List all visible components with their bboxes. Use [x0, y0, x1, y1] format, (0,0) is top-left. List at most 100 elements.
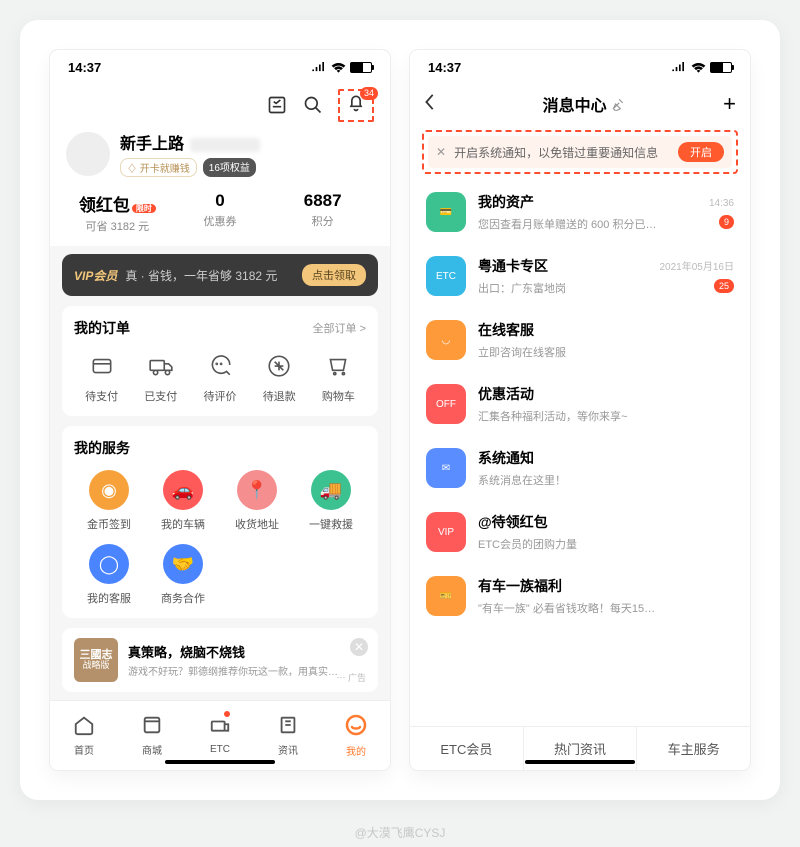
row-desc: 系统消息在这里！ [478, 472, 566, 488]
service-label: 商务合作 [148, 590, 218, 606]
stat-points[interactable]: 6887积分 [271, 191, 374, 234]
tab-label: 商城 [142, 742, 162, 757]
message-row[interactable]: VIP @待领红包 ETC会员的团购力量 [410, 500, 750, 564]
avatar[interactable] [66, 132, 110, 176]
row-name: 在线客服 [478, 320, 534, 340]
row-count: 25 [714, 279, 734, 293]
message-row[interactable]: ◡ 在线客服 立即咨询在线客服 [410, 308, 750, 372]
vip-text: 真 · 省钱，一年省够 3182 元 [125, 267, 302, 284]
ad-thumb: 三國志战略版 [74, 638, 118, 682]
service-label: 我的客服 [74, 590, 144, 606]
service-item[interactable]: 📍收货地址 [222, 470, 292, 532]
order-item[interactable]: 待评价 [192, 350, 247, 404]
row-desc: 您因查看月账单赠送的 600 积分已… [478, 216, 656, 232]
orders-more[interactable]: 全部订单 > [313, 320, 366, 336]
username: 新手上路 [120, 136, 184, 153]
tab-label: ETC [210, 744, 230, 755]
tab-icon [344, 713, 368, 740]
order-label: 已支付 [133, 388, 188, 404]
tab-4[interactable]: 我的 [322, 701, 390, 770]
orders-title: 我的订单 [74, 318, 130, 338]
home-indicator [165, 760, 275, 764]
order-label: 待支付 [74, 388, 129, 404]
ad-title: 真策略，烧脑不烧钱 [128, 642, 366, 661]
service-label: 我的车辆 [148, 516, 218, 532]
row-count: 9 [719, 215, 734, 229]
orders-card: 我的订单 全部订单 > 待支付已支付待评价待退款购物车 [62, 306, 378, 416]
header-icons: 34 [50, 84, 390, 126]
broom-icon[interactable] [611, 97, 625, 111]
back-icon[interactable] [424, 93, 444, 116]
tab-icon [73, 714, 95, 739]
service-item[interactable]: 🚗 我的车辆 [148, 470, 218, 532]
row-icon: OFF [426, 384, 466, 424]
order-icon [204, 350, 236, 382]
stat-redpacket[interactable]: 领红包限时 可省 3182 元 [66, 191, 169, 234]
row-name: 有车一族福利 [478, 576, 562, 596]
ad-sub: 游戏不好玩？郭德纲推荐你玩这一款，用真实… [128, 663, 366, 678]
battery-icon [350, 62, 372, 73]
ad-card[interactable]: 三國志战略版 真策略，烧脑不烧钱 游戏不好玩？郭德纲推荐你玩这一款，用真实… ✕… [62, 628, 378, 692]
service-item[interactable]: 🚚一键救援 [296, 470, 366, 532]
vip-button[interactable]: 点击领取 [302, 264, 366, 286]
row-icon: VIP [426, 512, 466, 552]
row-name: @待领红包 [478, 512, 548, 532]
tab-label: 资讯 [278, 742, 298, 757]
row-icon: ◡ [426, 320, 466, 360]
banner-close-icon[interactable]: ✕ [436, 145, 446, 159]
message-row[interactable]: ETC 粤通卡专区2021年05月16日 出口：广东富地岗25 [410, 244, 750, 308]
tab-icon [141, 714, 163, 739]
row-desc: "有车一族" 必看省钱攻略！每天15… [478, 600, 655, 616]
home-indicator [525, 760, 635, 764]
tab-0[interactable]: 首页 [50, 701, 118, 770]
add-icon[interactable]: + [723, 91, 736, 117]
profile-tag-card[interactable]: ♢ 开卡就赚钱 [120, 158, 197, 177]
signal-icon [671, 62, 687, 72]
order-label: 购物车 [311, 388, 366, 404]
order-icon [263, 350, 295, 382]
services-card: 我的服务 ◉金币签到🚗我的车辆📍收货地址🚚一键救援◯我的客服🤝商务合作 [62, 426, 378, 618]
message-row[interactable]: 💳 我的资产14:36 您因查看月账单赠送的 600 积分已…9 [410, 180, 750, 244]
order-icon [145, 350, 177, 382]
row-name: 系统通知 [478, 448, 534, 468]
row-icon: ✉ [426, 448, 466, 488]
profile-tag-rights[interactable]: 16项权益 [203, 158, 256, 177]
username-blur [190, 138, 260, 152]
row-desc: ETC会员的团购力量 [478, 536, 577, 552]
message-row[interactable]: 🎫 有车一族福利 "有车一族" 必看省钱攻略！每天15… [410, 564, 750, 628]
order-item[interactable]: 已支付 [133, 350, 188, 404]
row-desc: 汇集各种福利活动，等你来享~ [478, 408, 627, 424]
service-item[interactable]: ◉金币签到 [74, 470, 144, 532]
vip-banner[interactable]: VIP会员 真 · 省钱，一年省够 3182 元 点击领取 [62, 254, 378, 296]
order-item[interactable]: 购物车 [311, 350, 366, 404]
row-icon: 🎫 [426, 576, 466, 616]
row-desc: 出口：广东富地岗 [478, 280, 566, 296]
bell-highlight[interactable]: 34 [338, 89, 374, 122]
status-time: 14:37 [428, 60, 461, 75]
bell-badge: 34 [360, 87, 378, 100]
order-item[interactable]: 待退款 [252, 350, 307, 404]
row-desc: 立即咨询在线客服 [478, 344, 566, 360]
stats-row: 领红包限时 可省 3182 元 0优惠券 6887积分 [66, 191, 374, 234]
ad-close-icon[interactable]: ✕ [350, 638, 368, 656]
search-icon[interactable] [302, 94, 324, 116]
wifi-icon [691, 61, 706, 73]
notification-banner: ✕ 开启系统通知，以免错过重要通知信息 开启 [428, 136, 732, 168]
service-icon: 🚗 [163, 470, 203, 510]
row-icon: 💳 [426, 192, 466, 232]
service-icon: 📍 [237, 470, 277, 510]
service-item[interactable]: ◯我的客服 [74, 544, 144, 606]
message-row[interactable]: ✉ 系统通知 系统消息在这里！ [410, 436, 750, 500]
banner-open-button[interactable]: 开启 [678, 142, 724, 162]
message-row[interactable]: OFF 优惠活动 汇集各种福利活动，等你来享~ [410, 372, 750, 436]
scan-icon[interactable] [266, 94, 288, 116]
status-bar: 14:37 [410, 50, 750, 84]
stat-coupon[interactable]: 0优惠券 [169, 191, 272, 234]
bottom-tab-0[interactable]: ETC会员 [410, 727, 524, 770]
row-icon: ETC [426, 256, 466, 296]
notification-banner-highlight: ✕ 开启系统通知，以免错过重要通知信息 开启 [422, 130, 738, 174]
order-item[interactable]: 待支付 [74, 350, 129, 404]
order-label: 待退款 [252, 388, 307, 404]
service-item[interactable]: 🤝商务合作 [148, 544, 218, 606]
bottom-tab-2[interactable]: 车主服务 [637, 727, 750, 770]
